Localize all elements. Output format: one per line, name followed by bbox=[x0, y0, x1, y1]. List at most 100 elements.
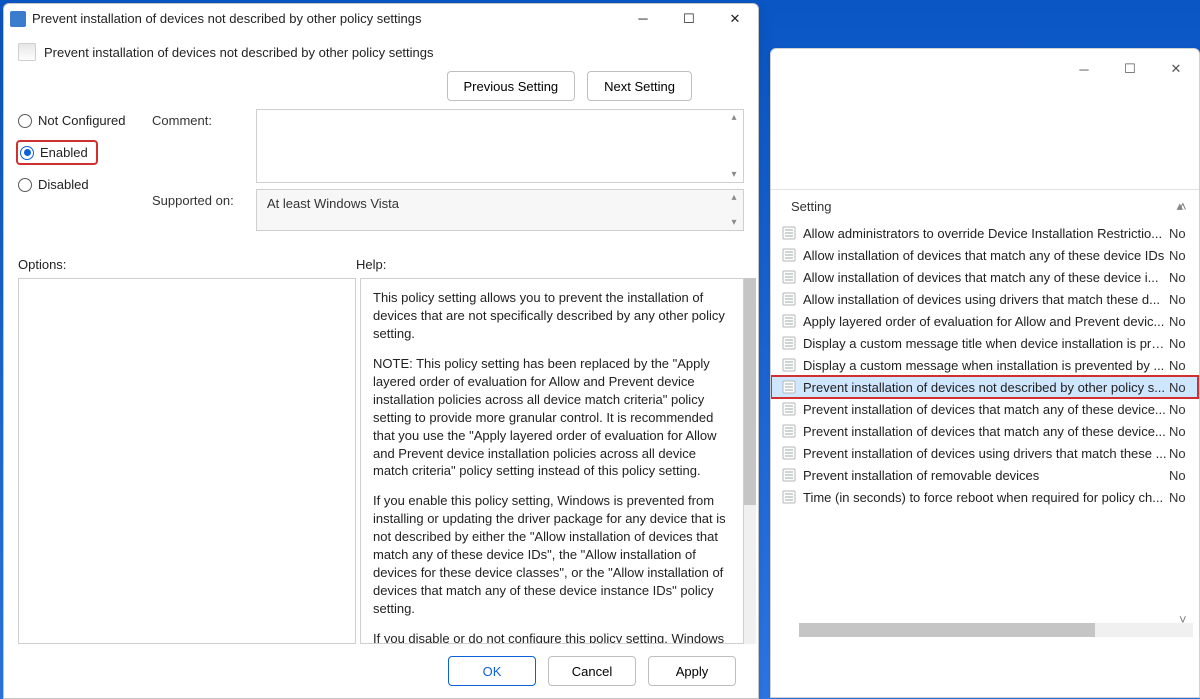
bg-column-header[interactable]: Setting ▴ bbox=[771, 190, 1199, 222]
help-scrollbar[interactable] bbox=[744, 278, 756, 644]
bg-policy-list: Allow administrators to override Device … bbox=[771, 222, 1199, 508]
policy-item-icon bbox=[781, 247, 797, 263]
policy-setting-dialog: Prevent installation of devices not desc… bbox=[3, 3, 759, 699]
radio-dot-icon bbox=[18, 178, 32, 192]
policy-item-label: Allow administrators to override Device … bbox=[803, 226, 1169, 241]
bg-horizontal-scrollbar[interactable] bbox=[799, 623, 1193, 637]
apply-button[interactable]: Apply bbox=[648, 656, 736, 686]
help-paragraph: If you disable or do not configure this … bbox=[373, 630, 731, 644]
policy-item-icon bbox=[781, 357, 797, 373]
supported-on-label: Supported on: bbox=[152, 189, 252, 208]
policy-item-label: Allow installation of devices that match… bbox=[803, 248, 1169, 263]
bg-policy-list-panel: Setting ▴ Allow administrators to overri… bbox=[771, 189, 1199, 667]
options-label: Options: bbox=[18, 257, 356, 272]
bg-minimize-button[interactable]: ─ bbox=[1061, 53, 1107, 85]
policy-heading-row: Prevent installation of devices not desc… bbox=[18, 43, 744, 61]
help-paragraph: NOTE: This policy setting has been repla… bbox=[373, 355, 731, 481]
minimize-button[interactable]: ─ bbox=[620, 5, 666, 33]
options-pane[interactable] bbox=[18, 278, 356, 644]
policy-list-item[interactable]: Allow installation of devices that match… bbox=[771, 266, 1199, 288]
policy-list-item[interactable]: Display a custom message title when devi… bbox=[771, 332, 1199, 354]
close-button[interactable]: ✕ bbox=[712, 5, 758, 33]
help-paragraph: This policy setting allows you to preven… bbox=[373, 289, 731, 343]
comment-textarea[interactable]: ▴ ▾ bbox=[256, 109, 744, 183]
policy-item-label: Prevent installation of devices that mat… bbox=[803, 402, 1169, 417]
policy-item-label: Allow installation of devices that match… bbox=[803, 270, 1169, 285]
next-setting-button[interactable]: Next Setting bbox=[587, 71, 692, 101]
dialog-body: Prevent installation of devices not desc… bbox=[4, 33, 758, 644]
policy-item-label: Prevent installation of removable device… bbox=[803, 468, 1169, 483]
top-grid: Not Configured Enabled Disabled Comment:… bbox=[18, 109, 744, 237]
bg-hscroll-thumb[interactable] bbox=[799, 623, 1095, 637]
setting-nav-buttons: Previous Setting Next Setting bbox=[18, 71, 692, 101]
policy-item-icon bbox=[781, 445, 797, 461]
bg-close-button[interactable]: ✕ bbox=[1153, 53, 1199, 85]
policy-item-label: Apply layered order of evaluation for Al… bbox=[803, 314, 1169, 329]
dialog-title: Prevent installation of devices not desc… bbox=[32, 11, 620, 26]
policy-list-item[interactable]: Prevent installation of devices not desc… bbox=[771, 376, 1199, 398]
dialog-footer: OK Cancel Apply bbox=[4, 644, 758, 698]
maximize-button[interactable]: ☐ bbox=[666, 5, 712, 33]
radio-enabled[interactable]: Enabled bbox=[18, 142, 96, 163]
radio-disabled[interactable]: Disabled bbox=[18, 177, 148, 192]
policy-item-icon bbox=[781, 379, 797, 395]
ok-button[interactable]: OK bbox=[448, 656, 536, 686]
scroll-up-icon[interactable]: ˄ bbox=[1179, 199, 1195, 214]
scroll-down-icon[interactable]: ▾ bbox=[727, 169, 741, 180]
policy-list-item[interactable]: Display a custom message when installati… bbox=[771, 354, 1199, 376]
supported-on-value: At least Windows Vista bbox=[257, 190, 743, 217]
policy-list-item[interactable]: Prevent installation of devices that mat… bbox=[771, 420, 1199, 442]
policy-item-label: Prevent installation of devices that mat… bbox=[803, 424, 1169, 439]
radio-disabled-label: Disabled bbox=[38, 177, 89, 192]
help-label: Help: bbox=[356, 257, 744, 272]
policy-item-icon bbox=[781, 401, 797, 417]
policy-item-label: Display a custom message when installati… bbox=[803, 358, 1169, 373]
policy-list-item[interactable]: Prevent installation of removable device… bbox=[771, 464, 1199, 486]
policy-heading-icon bbox=[18, 43, 36, 61]
radio-dot-icon bbox=[20, 146, 34, 160]
policy-list-item[interactable]: Allow installation of devices using driv… bbox=[771, 288, 1199, 310]
scroll-down-icon[interactable]: ▾ bbox=[727, 217, 741, 228]
policy-item-icon bbox=[781, 467, 797, 483]
policy-list-item[interactable]: Prevent installation of devices that mat… bbox=[771, 398, 1199, 420]
policy-item-icon bbox=[781, 313, 797, 329]
policy-item-label: Prevent installation of devices using dr… bbox=[803, 446, 1169, 461]
help-pane[interactable]: This policy setting allows you to preven… bbox=[360, 278, 744, 644]
policy-item-label: Display a custom message title when devi… bbox=[803, 336, 1169, 351]
policy-item-label: Allow installation of devices using driv… bbox=[803, 292, 1169, 307]
policy-heading: Prevent installation of devices not desc… bbox=[44, 45, 434, 60]
policy-list-item[interactable]: Time (in seconds) to force reboot when r… bbox=[771, 486, 1199, 508]
policy-item-icon bbox=[781, 335, 797, 351]
policy-item-icon bbox=[781, 423, 797, 439]
radio-enabled-label: Enabled bbox=[40, 145, 88, 160]
lower-labels: Options: Help: bbox=[18, 257, 744, 272]
previous-setting-button[interactable]: Previous Setting bbox=[447, 71, 576, 101]
scroll-up-icon[interactable]: ▴ bbox=[727, 112, 741, 123]
comment-label: Comment: bbox=[152, 109, 252, 128]
radio-dot-icon bbox=[18, 114, 32, 128]
policy-list-item[interactable]: Apply layered order of evaluation for Al… bbox=[771, 310, 1199, 332]
policy-item-icon bbox=[781, 269, 797, 285]
gpedit-background-window: ─ ☐ ✕ Setting ▴ Allow administrators to … bbox=[770, 48, 1200, 698]
policy-item-icon bbox=[781, 489, 797, 505]
policy-item-label: Prevent installation of devices not desc… bbox=[803, 380, 1169, 395]
policy-icon bbox=[10, 11, 26, 27]
bg-column-header-label: Setting bbox=[791, 199, 831, 214]
policy-list-item[interactable]: Allow installation of devices that match… bbox=[771, 244, 1199, 266]
policy-list-item[interactable]: Allow administrators to override Device … bbox=[771, 222, 1199, 244]
scroll-down-icon[interactable]: ˅ bbox=[1179, 612, 1195, 627]
help-scrollbar-thumb[interactable] bbox=[744, 278, 756, 505]
dialog-titlebar: Prevent installation of devices not desc… bbox=[4, 4, 758, 33]
policy-item-icon bbox=[781, 225, 797, 241]
radio-not-configured[interactable]: Not Configured bbox=[18, 113, 148, 128]
lower-panes: This policy setting allows you to preven… bbox=[18, 278, 744, 644]
cancel-button[interactable]: Cancel bbox=[548, 656, 636, 686]
bg-vertical-scroll-arrows: ˄ ˅ bbox=[1179, 199, 1195, 627]
help-paragraph: If you enable this policy setting, Windo… bbox=[373, 492, 731, 618]
policy-list-item[interactable]: Prevent installation of devices using dr… bbox=[771, 442, 1199, 464]
scroll-up-icon[interactable]: ▴ bbox=[727, 192, 741, 203]
bg-maximize-button[interactable]: ☐ bbox=[1107, 53, 1153, 85]
bg-titlebar: ─ ☐ ✕ bbox=[771, 49, 1199, 89]
state-radio-group: Not Configured Enabled Disabled bbox=[18, 109, 148, 192]
help-pane-wrap: This policy setting allows you to preven… bbox=[356, 278, 744, 644]
